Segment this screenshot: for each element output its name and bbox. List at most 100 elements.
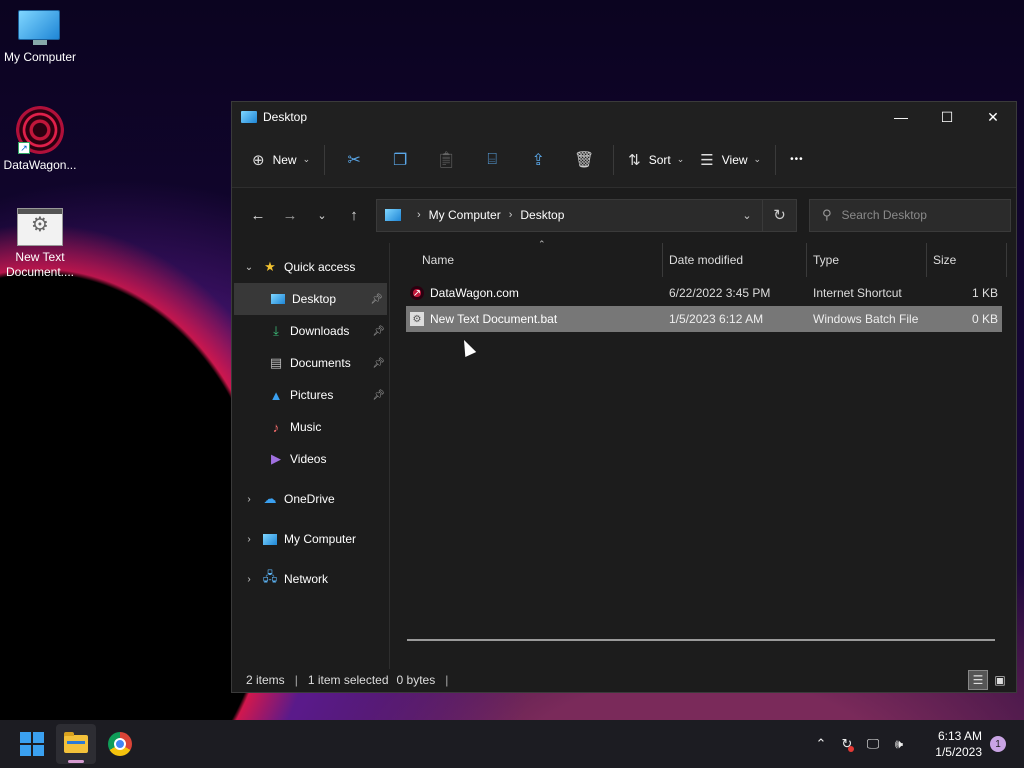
column-header-size[interactable]: Size xyxy=(927,243,1007,277)
sidebar-item-label: Desktop xyxy=(292,292,337,306)
desktop-icon-datawagon[interactable]: ↗ DataWagon... xyxy=(0,106,80,173)
recent-locations-button[interactable]: ⌄ xyxy=(306,199,338,231)
sort-button[interactable]: ⇅ Sort ⌄ xyxy=(620,144,692,176)
search-icon: ⚲ xyxy=(822,207,832,222)
forward-button[interactable]: → xyxy=(274,199,306,231)
view-label: View xyxy=(721,152,748,167)
sort-label: Sort xyxy=(648,152,671,167)
view-button[interactable]: ☰ View ⌄ xyxy=(692,144,769,176)
batch-file-icon: ⚙ xyxy=(410,312,424,326)
sync-error-icon: ↻ xyxy=(841,736,855,752)
table-row[interactable]: ↗ DataWagon.com 6/22/2022 3:45 PM Intern… xyxy=(406,280,1002,306)
file-name: New Text Document.bat xyxy=(430,312,558,326)
desktop-icon-new-text-document[interactable]: ⚙ New Text Document.... xyxy=(0,208,80,280)
table-row[interactable]: ⚙ New Text Document.bat 1/5/2023 6:12 AM… xyxy=(406,306,1002,332)
sort-arrows-icon: ⇅ xyxy=(628,151,641,169)
paste-button[interactable]: 📋︎ xyxy=(423,144,469,176)
cut-button[interactable]: ✂ xyxy=(331,144,377,176)
expand-chevron-icon[interactable]: › xyxy=(242,574,256,585)
command-bar: ⊕ New ⌄ ✂ ❐ 📋︎ ⌸ ⇪ 🗑︎ ⇅ Sort ⌄ ☰ View ⌄ … xyxy=(232,132,1016,188)
sidebar-item-downloads[interactable]: ⤓ Downloads 📌︎ xyxy=(232,315,389,347)
title-bar[interactable]: Desktop — ☐ ✕ xyxy=(232,102,1016,132)
column-header-date[interactable]: Date modified xyxy=(663,243,807,277)
column-label: Type xyxy=(813,253,840,267)
copy-button[interactable]: ❐ xyxy=(377,144,423,176)
network-button[interactable]: 🖵︎ xyxy=(860,729,886,759)
plus-circle-icon: ⊕ xyxy=(252,151,265,169)
refresh-icon: ↻ xyxy=(773,207,786,224)
maximize-button[interactable]: ☐ xyxy=(924,102,970,132)
desktop-icon-my-computer[interactable]: My Computer xyxy=(0,10,80,65)
sidebar-item-network[interactable]: › 🖧︎ Network xyxy=(232,563,389,595)
column-header-type[interactable]: Type xyxy=(807,243,927,277)
rename-button[interactable]: ⌸ xyxy=(469,144,515,176)
sidebar-item-pictures[interactable]: ▲ Pictures 📌︎ xyxy=(232,379,389,411)
address-bar[interactable]: › My Computer › Desktop ⌄ ↻ xyxy=(376,198,797,232)
windows-logo-icon xyxy=(20,732,44,756)
pin-icon: 📌︎ xyxy=(372,325,385,337)
details-view-button[interactable]: ☰ xyxy=(968,670,988,690)
pictures-icon: ▲ xyxy=(269,387,283,403)
batch-file-icon: ⚙ xyxy=(17,208,63,246)
expand-chevron-icon[interactable]: › xyxy=(242,534,256,545)
tiles-view-icon: ▣ xyxy=(994,673,1006,687)
address-history-chevron-icon[interactable]: ⌄ xyxy=(732,209,762,222)
sidebar-item-videos[interactable]: ▶ Videos xyxy=(232,443,389,475)
show-hidden-icons-button[interactable]: ⌃ xyxy=(808,729,834,759)
system-tray: ⌃ ↻ 🖵︎ 🕪︎ 6:13 AM 1/5/2023 1 xyxy=(808,728,1024,760)
pin-icon: 📌︎ xyxy=(372,357,385,369)
tiles-view-button[interactable]: ▣ xyxy=(990,670,1010,690)
sidebar-item-my-computer[interactable]: › My Computer xyxy=(232,523,389,555)
sidebar-item-desktop[interactable]: Desktop 📌︎ xyxy=(234,283,387,315)
column-label: Name xyxy=(422,253,455,267)
pc-folder-icon xyxy=(241,111,257,123)
arrow-up-icon: ↑ xyxy=(350,206,358,224)
trash-icon: 🗑︎ xyxy=(573,151,595,169)
list-view-icon: ☰ xyxy=(700,151,714,169)
expand-chevron-icon[interactable]: › xyxy=(242,494,256,505)
file-date: 1/5/2023 6:12 AM xyxy=(669,312,764,326)
refresh-button[interactable]: ↻ xyxy=(762,199,796,231)
search-box[interactable]: ⚲ xyxy=(809,198,1011,232)
notification-badge[interactable]: 1 xyxy=(990,736,1006,752)
delete-button[interactable]: 🗑︎ xyxy=(561,144,607,176)
back-button[interactable]: ← xyxy=(242,199,274,231)
folder-icon xyxy=(64,732,88,753)
copy-icon: ❐ xyxy=(392,151,408,169)
expand-chevron-icon[interactable]: ⌄ xyxy=(242,262,256,273)
sync-status-button[interactable]: ↻ xyxy=(834,729,860,759)
file-size: 0 KB xyxy=(971,312,998,326)
clock-date: 1/5/2023 xyxy=(935,745,982,759)
breadcrumb-desktop[interactable]: Desktop xyxy=(520,208,564,222)
document-icon: ▤ xyxy=(269,355,283,370)
search-input[interactable] xyxy=(841,208,992,222)
minimize-button[interactable]: — xyxy=(878,102,924,132)
volume-button[interactable]: 🕪︎ xyxy=(886,729,912,759)
file-date: 6/22/2022 3:45 PM xyxy=(669,286,771,300)
shortcut-arrow-icon: ↗ xyxy=(18,142,30,154)
sidebar-item-quick-access[interactable]: ⌄ ★ Quick access xyxy=(232,251,389,283)
taskbar-file-explorer[interactable] xyxy=(56,724,96,764)
cloud-icon: ☁ xyxy=(263,491,277,506)
more-options-button[interactable]: ••• xyxy=(782,144,812,176)
arrow-right-icon: → xyxy=(282,206,298,224)
sidebar-item-onedrive[interactable]: › ☁ OneDrive xyxy=(232,483,389,515)
start-button[interactable] xyxy=(12,724,52,764)
column-header-name[interactable]: Name xyxy=(406,243,663,277)
clock[interactable]: 6:13 AM 1/5/2023 xyxy=(926,728,982,760)
breadcrumb-my-computer[interactable]: My Computer xyxy=(429,208,501,222)
taskbar-chrome[interactable] xyxy=(100,724,140,764)
chevron-down-icon: ⌄ xyxy=(317,209,327,222)
close-button[interactable]: ✕ xyxy=(970,102,1016,132)
file-name: DataWagon.com xyxy=(430,286,519,300)
item-count: 2 items xyxy=(246,673,285,687)
scissors-icon: ✂ xyxy=(347,151,361,169)
sidebar-item-documents[interactable]: ▤ Documents 📌︎ xyxy=(232,347,389,379)
up-button[interactable]: ↑ xyxy=(338,199,370,231)
file-type: Internet Shortcut xyxy=(813,286,902,300)
pin-icon: 📌︎ xyxy=(372,389,385,401)
sidebar-item-music[interactable]: ♪ Music xyxy=(232,411,389,443)
share-button[interactable]: ⇪ xyxy=(515,144,561,176)
new-button[interactable]: ⊕ New ⌄ xyxy=(244,144,318,176)
horizontal-scrollbar[interactable] xyxy=(407,639,995,641)
